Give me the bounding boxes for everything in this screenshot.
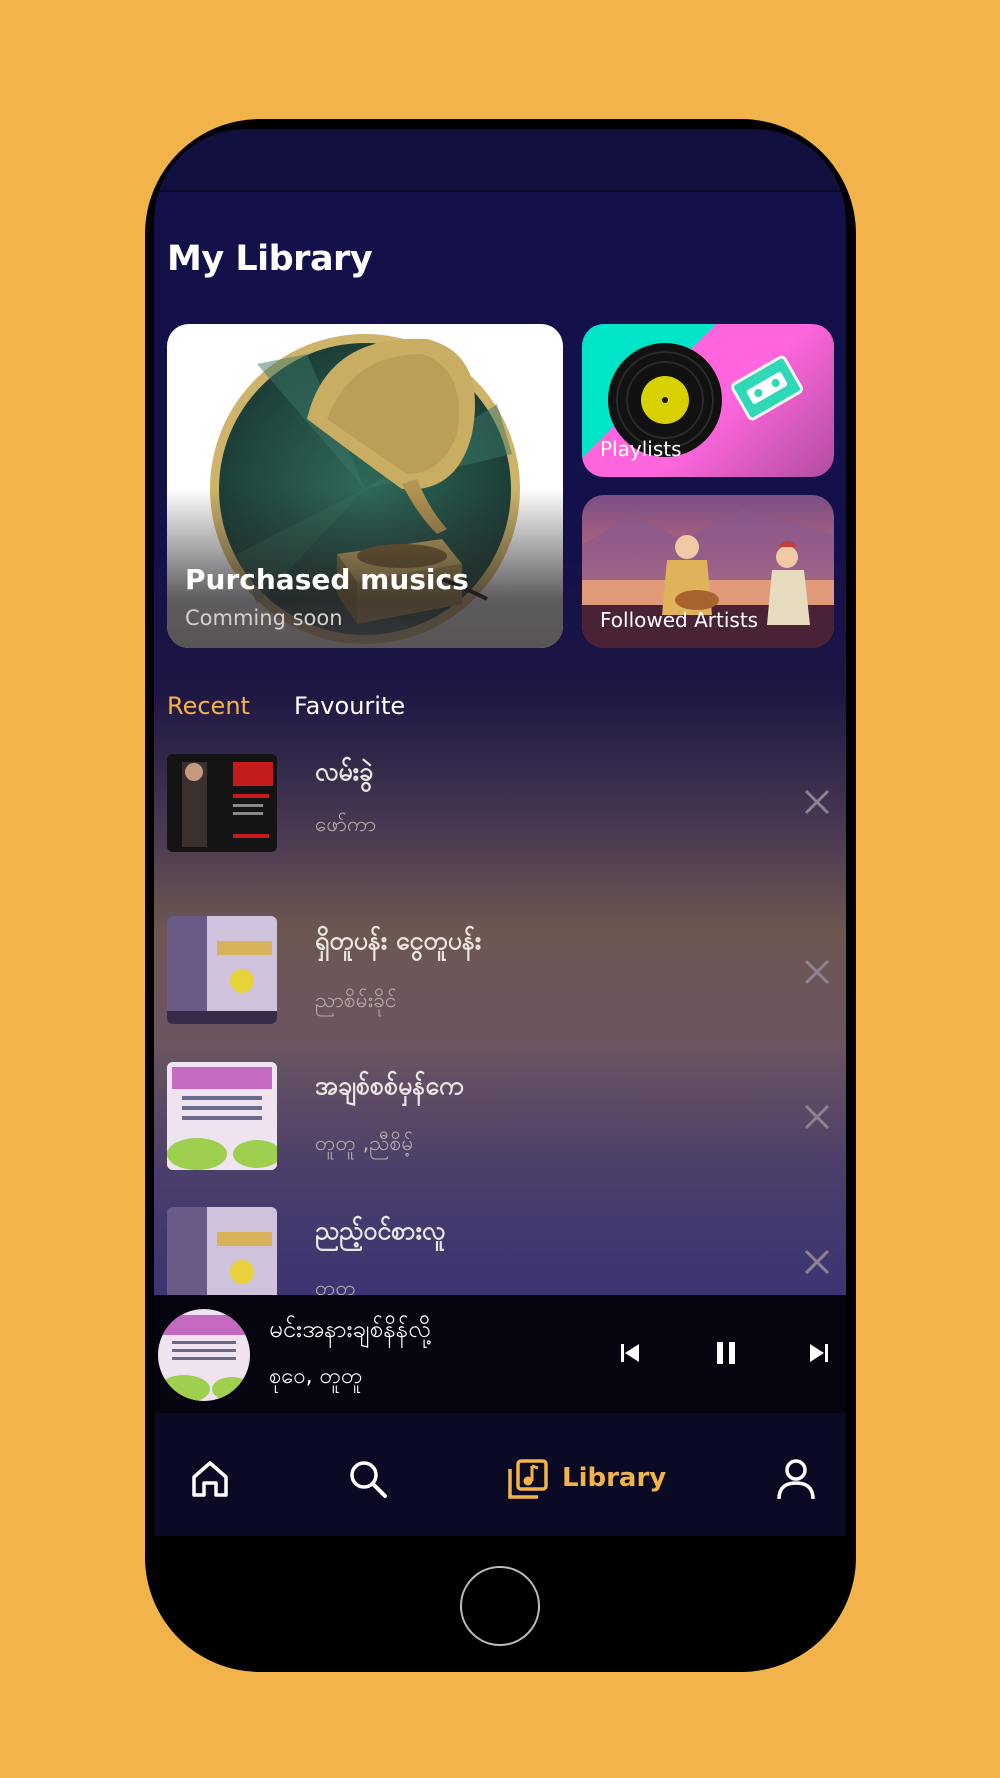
playlists-label: Playlists bbox=[600, 437, 682, 461]
home-icon bbox=[192, 1461, 228, 1497]
album-art bbox=[167, 916, 277, 1024]
list-item[interactable]: အချစ်စစ်မှန်ကေ တူတူ ,ညီစိမ့် bbox=[154, 1062, 846, 1172]
song-artist: ဖော်ကာ bbox=[315, 812, 377, 836]
now-playing-album-art bbox=[158, 1309, 250, 1401]
home-button[interactable] bbox=[460, 1566, 540, 1646]
album-art bbox=[167, 754, 277, 852]
now-playing-title: မင်းအနားချစ်နိန်လို့ bbox=[269, 1315, 431, 1343]
song-artist: ညာစိမ်းခိုင် bbox=[315, 988, 397, 1012]
now-playing-bar[interactable]: မင်းအနားချစ်နိန်လို့ စုဝေ, တူတူ bbox=[154, 1295, 846, 1413]
nav-library[interactable]: Library bbox=[506, 1457, 676, 1501]
list-item[interactable]: ညည့်ဝင်စားလူ တူတူ bbox=[154, 1207, 846, 1295]
status-bar bbox=[154, 129, 846, 192]
close-icon[interactable] bbox=[802, 1247, 832, 1277]
search-icon bbox=[350, 1461, 387, 1498]
now-playing-artist: စုဝေ, တူတူ bbox=[269, 1364, 363, 1389]
close-icon[interactable] bbox=[802, 1102, 832, 1132]
nav-home[interactable] bbox=[188, 1457, 232, 1501]
page-title: My Library bbox=[167, 239, 373, 279]
nav-search[interactable] bbox=[346, 1457, 390, 1501]
tab-favourite[interactable]: Favourite bbox=[294, 692, 405, 720]
nav-profile[interactable] bbox=[774, 1457, 818, 1501]
purchased-subtitle: Comming soon bbox=[185, 606, 343, 630]
followed-artists-label: Followed Artists bbox=[600, 608, 759, 632]
album-art bbox=[167, 1207, 277, 1295]
song-title: အချစ်စစ်မှန်ကေ bbox=[315, 1071, 464, 1100]
skip-previous-icon[interactable] bbox=[613, 1336, 647, 1370]
followed-artists-card[interactable]: Followed Artists bbox=[582, 495, 834, 648]
list-item[interactable]: လမ်းခွဲ ဖော်ကာ bbox=[154, 754, 846, 852]
close-icon[interactable] bbox=[802, 957, 832, 987]
skip-next-icon[interactable] bbox=[802, 1336, 836, 1370]
app-screen: My Library Purchased musics Comming soon… bbox=[154, 129, 846, 1536]
song-artist: တူတူ bbox=[315, 1276, 356, 1295]
list-item[interactable]: ရှိတူပန်း ငွေတူပန်း ညာစိမ်းခိုင် bbox=[154, 916, 846, 1027]
nav-library-label: Library bbox=[562, 1463, 667, 1493]
playlists-card[interactable]: Playlists bbox=[582, 324, 834, 477]
close-icon[interactable] bbox=[802, 787, 832, 817]
bottom-nav: Library bbox=[154, 1413, 846, 1536]
song-artist: တူတူ ,ညီစိမ့် bbox=[315, 1131, 414, 1155]
library-icon bbox=[508, 1459, 548, 1499]
profile-icon bbox=[777, 1459, 815, 1500]
song-title: လမ်းခွဲ bbox=[315, 757, 374, 786]
pause-icon[interactable] bbox=[709, 1336, 743, 1370]
album-art bbox=[167, 1062, 277, 1170]
song-title: ရှိတူပန်း ငွေတူပန်း bbox=[315, 926, 482, 955]
tab-recent[interactable]: Recent bbox=[167, 692, 250, 720]
purchased-musics-card[interactable]: Purchased musics Comming soon bbox=[167, 324, 563, 648]
recent-list: လမ်းခွဲ ဖော်ကာ ရှိတူပန်း ငွေတူပန်း ညာစိမ… bbox=[154, 754, 846, 1295]
song-title: ညည့်ဝင်စားလူ bbox=[315, 1216, 446, 1245]
purchased-title: Purchased musics bbox=[185, 563, 469, 596]
